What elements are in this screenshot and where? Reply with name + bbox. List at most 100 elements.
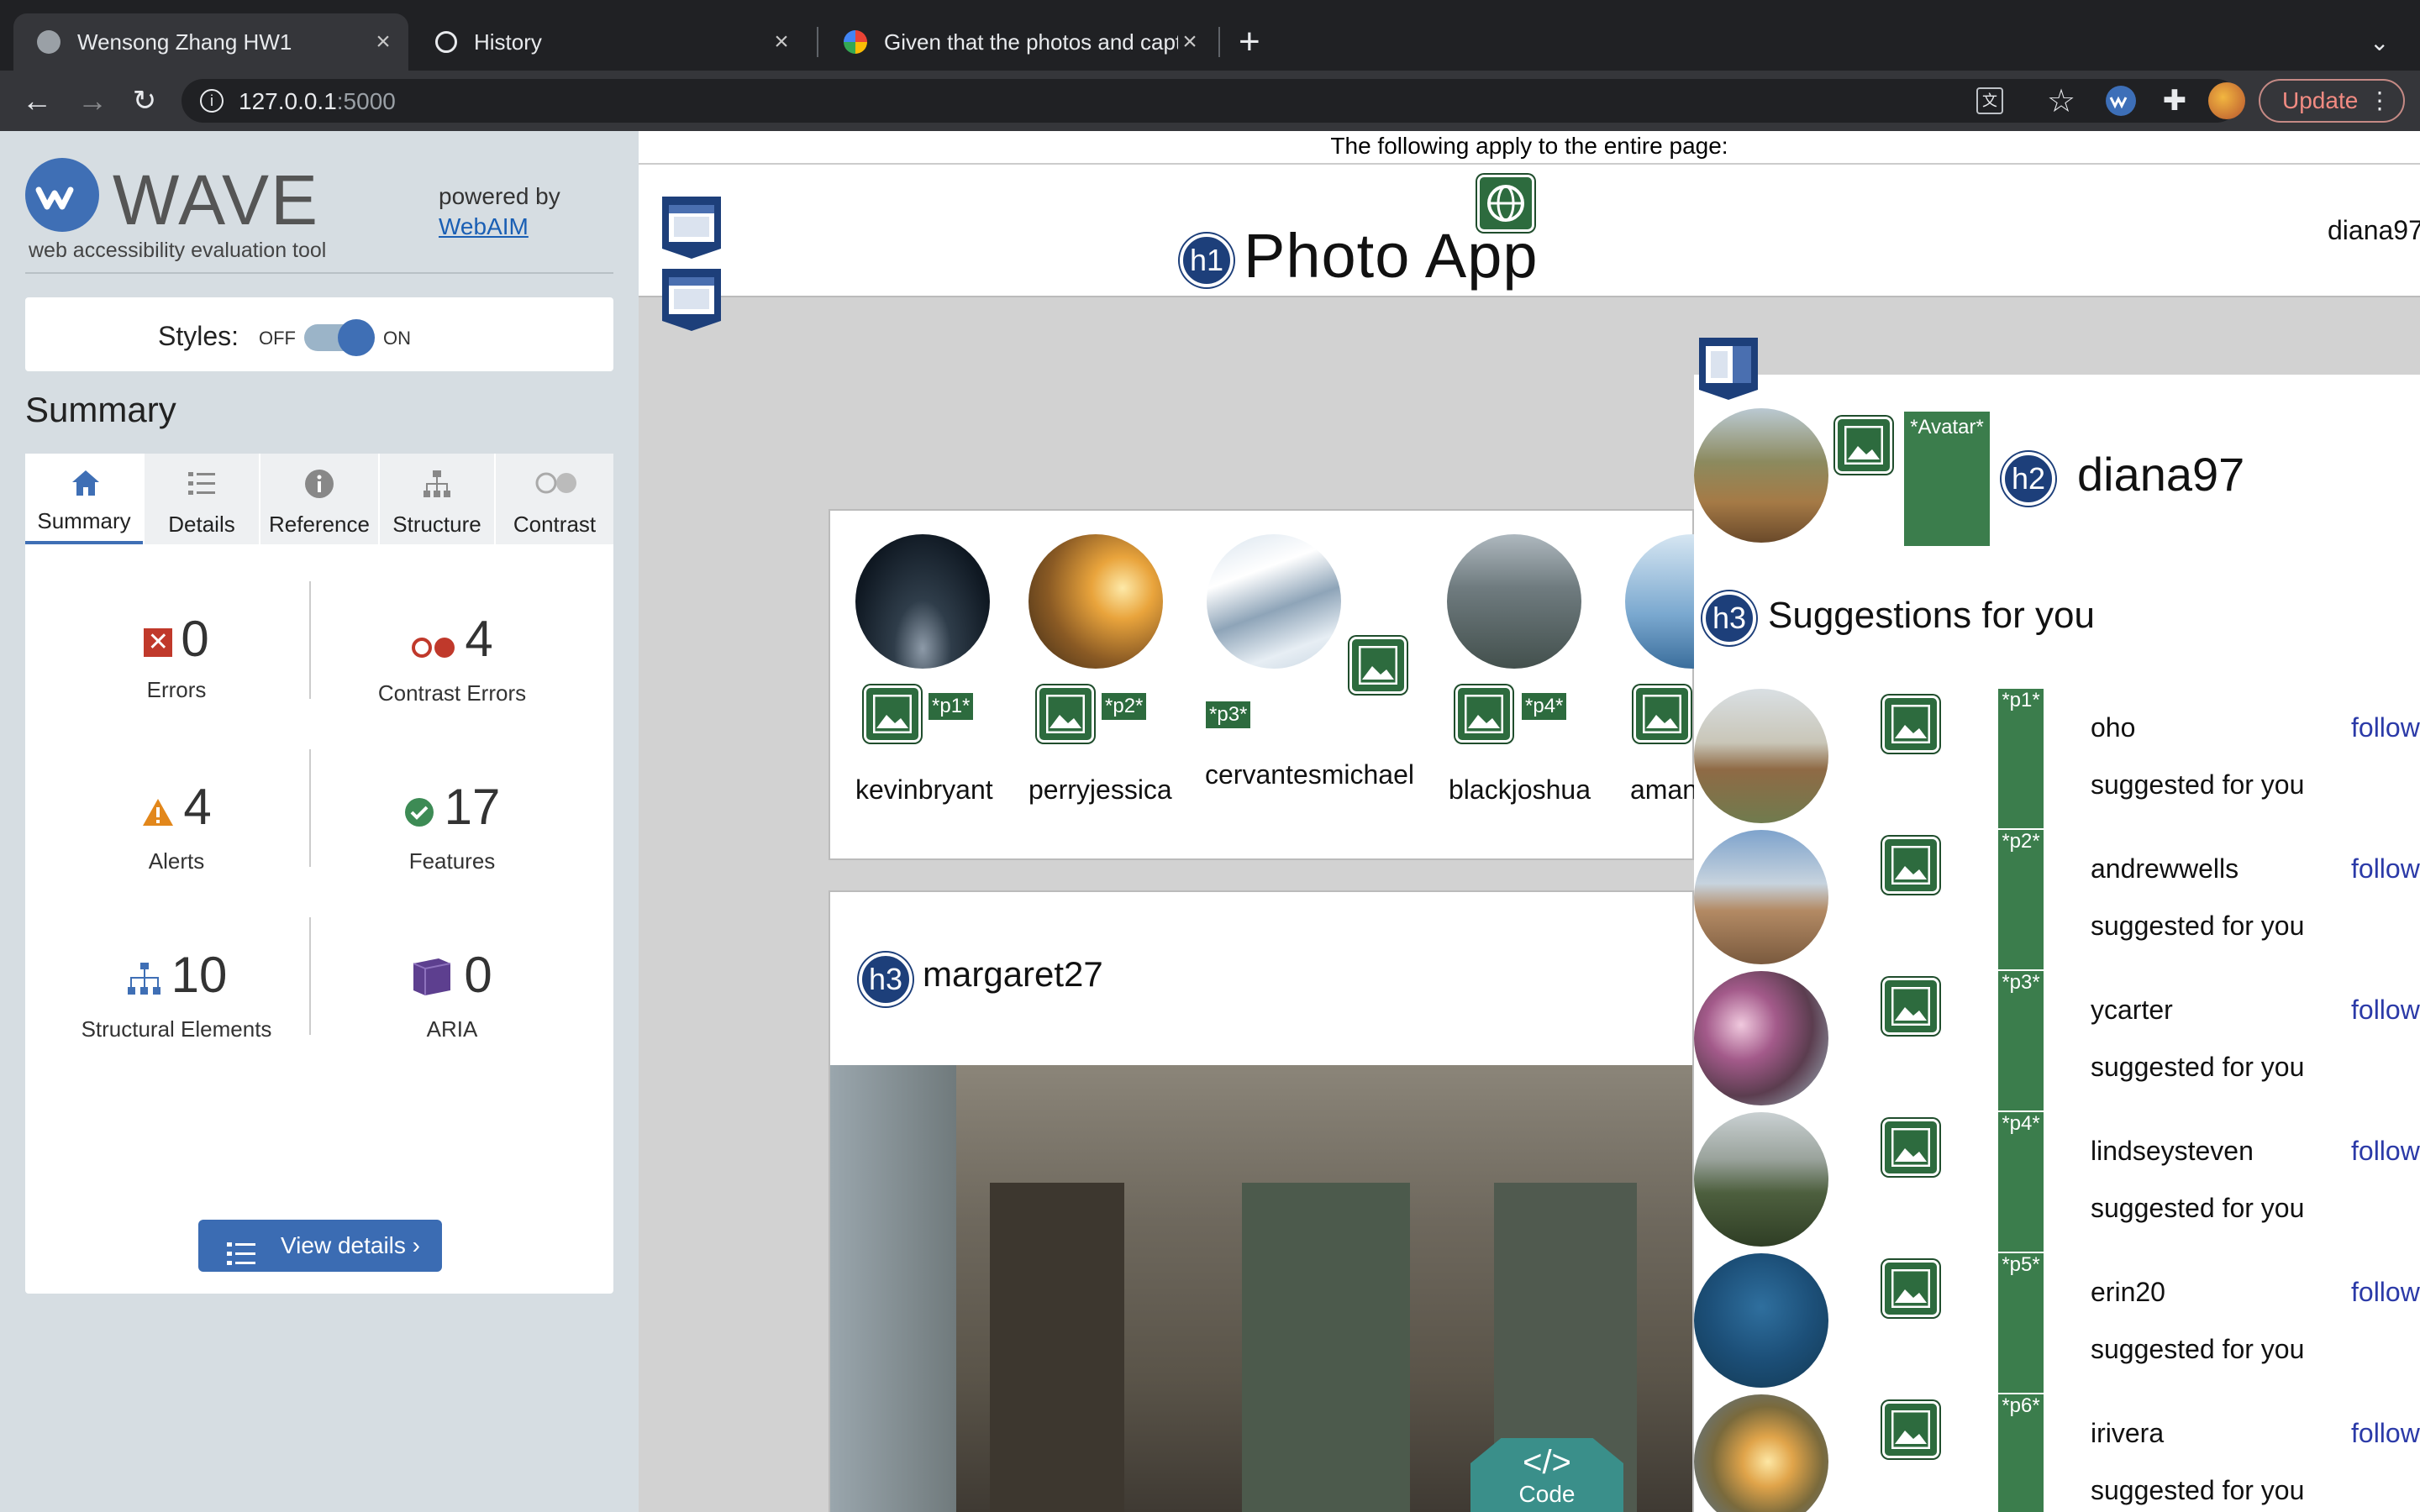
close-tab-icon[interactable]: ×: [1178, 28, 1202, 56]
h3-badge[interactable]: h3: [859, 953, 913, 1006]
suggestion-username[interactable]: erin20: [2091, 1277, 2165, 1308]
close-tab-icon[interactable]: ×: [770, 28, 793, 56]
suggestion-avatar[interactable]: [1694, 689, 1828, 823]
stat-features[interactable]: 17 Features: [326, 778, 578, 874]
image-alt-icon[interactable]: [1835, 417, 1892, 474]
h3-badge[interactable]: h3: [1702, 591, 1756, 645]
follow-link[interactable]: follow: [2351, 712, 2420, 743]
image-alt-icon[interactable]: [864, 685, 921, 743]
translate-icon[interactable]: 文: [1976, 87, 2003, 114]
stat-errors[interactable]: ✕ 0 Errors: [50, 610, 302, 703]
suggestion-subtitle: suggested for you: [2091, 1475, 2305, 1505]
browser-tab-strip: Wensong Zhang HW1 × History × Given that…: [0, 0, 2420, 71]
structure-icon: [126, 949, 163, 1008]
aside-landmark-icon[interactable]: [1696, 336, 1761, 402]
story-avatar[interactable]: [1207, 534, 1341, 669]
image-alt-icon[interactable]: [1882, 1260, 1939, 1317]
code-toggle-button[interactable]: </> Code: [1470, 1438, 1623, 1512]
profile-avatar[interactable]: [2208, 82, 2245, 119]
stat-contrast-errors[interactable]: 4 Contrast Errors: [326, 610, 578, 706]
story-username[interactable]: blackjoshua: [1449, 774, 1591, 806]
suggestion-username[interactable]: irivera: [2091, 1418, 2164, 1449]
follow-link[interactable]: follow: [2351, 1277, 2420, 1308]
image-alt-icon[interactable]: [1882, 696, 1939, 753]
tab-search-chevron-icon[interactable]: ⌄: [2370, 29, 2389, 56]
post-image-window: [1242, 1183, 1410, 1512]
stat-aria[interactable]: 0 ARIA: [326, 946, 578, 1042]
tab-summary[interactable]: Summary: [25, 454, 143, 544]
stat-structural-elements[interactable]: 10 Structural Elements: [50, 946, 302, 1042]
follow-link[interactable]: follow: [2351, 1136, 2420, 1167]
toggle-knob[interactable]: [338, 319, 375, 356]
story-tag: *p2*: [1101, 692, 1148, 721]
tab-reference[interactable]: Reference: [260, 454, 378, 544]
site-info-icon[interactable]: i: [200, 89, 224, 113]
tab-wensong-zhang-hw1[interactable]: Wensong Zhang HW1 ×: [13, 13, 408, 71]
suggestion-avatar[interactable]: [1694, 830, 1828, 964]
image-alt-icon[interactable]: [1882, 978, 1939, 1035]
tab-contrast[interactable]: Contrast: [496, 454, 613, 544]
tab-title: History: [474, 29, 542, 55]
view-details-button[interactable]: View details ›: [198, 1220, 442, 1272]
story-username[interactable]: kevinbryant: [855, 774, 993, 806]
bookmark-star-icon[interactable]: ☆: [2047, 82, 2075, 120]
h2-badge[interactable]: h2: [2002, 452, 2055, 506]
suggestion-tag: *p1*: [1998, 689, 2044, 828]
tab-history[interactable]: History ×: [412, 13, 807, 71]
post-author[interactable]: margaret27: [923, 954, 1103, 995]
follow-link[interactable]: follow: [2351, 1418, 2420, 1449]
image-alt-icon[interactable]: [1634, 685, 1691, 743]
close-tab-icon[interactable]: ×: [371, 28, 395, 56]
browser-toolbar: ← → ↻ i 127.0.0.1:5000 文 ☆ ✚ Update ⋮: [0, 71, 2420, 131]
extensions-puzzle-icon[interactable]: ✚: [2156, 82, 2193, 119]
follow-link[interactable]: follow: [2351, 853, 2420, 885]
follow-link[interactable]: follow: [2351, 995, 2420, 1026]
wave-page-notice: The following apply to the entire page:: [639, 131, 2420, 165]
image-alt-icon[interactable]: [1349, 637, 1407, 694]
styles-toggle-switch[interactable]: [304, 319, 375, 356]
story-avatar[interactable]: [1447, 534, 1581, 669]
story-avatar[interactable]: [855, 534, 990, 669]
image-alt-icon[interactable]: [1882, 1119, 1939, 1176]
image-alt-icon[interactable]: [1882, 837, 1939, 894]
h1-badge[interactable]: h1: [1180, 234, 1234, 287]
back-arrow-icon[interactable]: ←: [18, 82, 55, 119]
reload-icon[interactable]: ↻: [126, 82, 163, 119]
suggestion-username[interactable]: ycarter: [2091, 995, 2173, 1026]
suggestion-username[interactable]: oho: [2091, 712, 2135, 743]
image-alt-icon[interactable]: [1037, 685, 1094, 743]
story-username[interactable]: perryjessica: [1028, 774, 1172, 806]
story-avatar[interactable]: [1028, 534, 1163, 669]
stat-alerts[interactable]: 4 Alerts: [50, 778, 302, 874]
image-alt-icon[interactable]: [1455, 685, 1512, 743]
webaim-link[interactable]: WebAIM: [439, 213, 529, 240]
url-text[interactable]: 127.0.0.1:5000: [239, 88, 396, 115]
tab-structure[interactable]: Structure: [380, 454, 494, 544]
suggestion-avatar[interactable]: [1694, 1112, 1828, 1247]
story-username[interactable]: cervantesmichael: [1205, 759, 1414, 790]
wave-extension-icon[interactable]: [2102, 82, 2139, 119]
image-alt-icon[interactable]: [1882, 1401, 1939, 1458]
tab-details[interactable]: Details: [145, 454, 259, 544]
tab-google-search[interactable]: Given that the photos and capt ×: [820, 13, 1215, 71]
suggestion-username[interactable]: lindseysteven: [2091, 1136, 2254, 1167]
history-icon: [435, 31, 457, 53]
forward-arrow-icon[interactable]: →: [74, 82, 111, 119]
profile-avatar-image[interactable]: [1694, 408, 1828, 543]
suggestion-avatar[interactable]: [1694, 1253, 1828, 1388]
region-landmark-icon[interactable]: [659, 195, 724, 260]
post-image-doorway: [990, 1183, 1124, 1512]
divider: [309, 917, 311, 1035]
suggestion-username[interactable]: andrewwells: [2091, 853, 2238, 885]
new-tab-button[interactable]: +: [1239, 20, 1260, 64]
wave-logo-icon: [24, 156, 101, 238]
profile-name[interactable]: diana97: [2077, 447, 2244, 501]
menu-kebab-icon[interactable]: ⋮: [2368, 81, 2391, 121]
header-username[interactable]: diana97: [2328, 215, 2420, 246]
suggestion-avatar[interactable]: [1694, 971, 1828, 1105]
region-landmark-icon[interactable]: [659, 267, 724, 333]
story-tag: *p1*: [928, 692, 975, 721]
update-button[interactable]: Update ⋮: [2259, 79, 2405, 123]
story-username[interactable]: aman: [1630, 774, 1697, 806]
address-bar[interactable]: i 127.0.0.1:5000 文 ☆: [182, 79, 2238, 123]
